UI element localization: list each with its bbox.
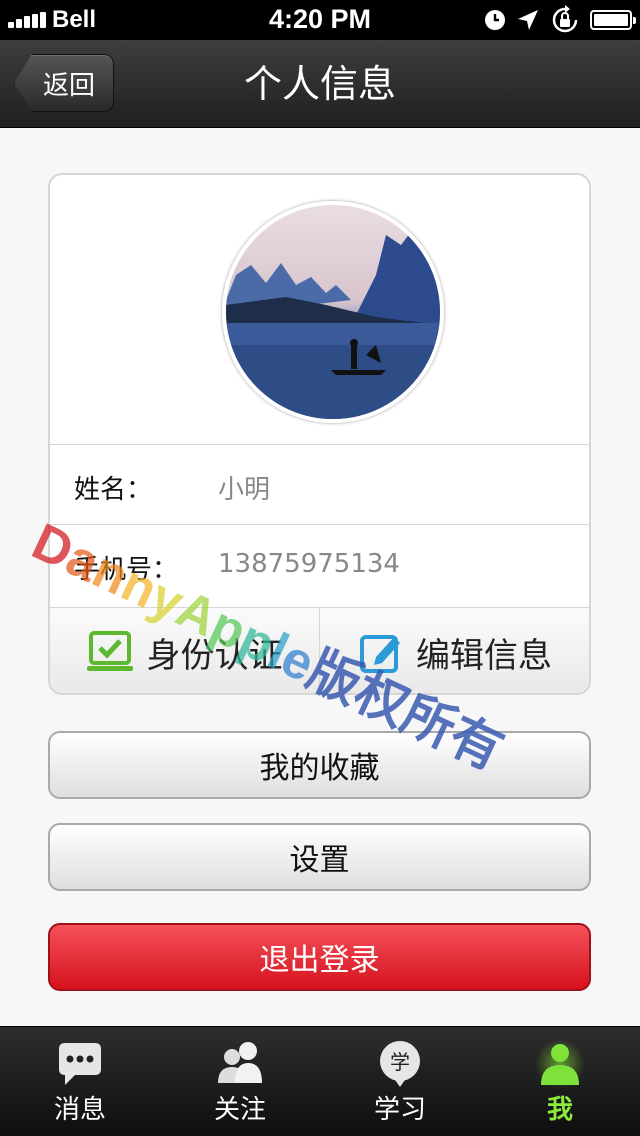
battery-icon — [590, 10, 636, 30]
phone-row: 手机号： 13875975134 — [50, 524, 589, 608]
tab-following[interactable]: 关注 — [160, 1027, 320, 1136]
tab-study[interactable]: 学 学习 — [320, 1027, 480, 1136]
identity-verification-button[interactable]: 身份认证 — [50, 608, 320, 693]
svg-text:学: 学 — [390, 1050, 410, 1074]
avatar-landscape-photo — [226, 205, 440, 419]
tab-label: 我 — [546, 1095, 573, 1125]
back-button[interactable]: 返回 — [14, 54, 114, 112]
tab-label: 关注 — [213, 1095, 266, 1125]
alarm-clock-icon — [485, 10, 505, 30]
name-value: 小明 — [218, 475, 271, 505]
status-icons — [484, 5, 636, 35]
chat-bubble-icon — [59, 1043, 101, 1085]
study-icon: 学 — [380, 1041, 420, 1087]
tab-label: 消息 — [53, 1095, 106, 1125]
rotation-lock-icon — [552, 5, 578, 33]
logout-button[interactable]: 退出登录 — [48, 923, 591, 991]
profile-card: 姓名： 小明 手机号： 13875975134 身份认证 编辑信息 — [48, 173, 591, 695]
tab-bar: 消息 关注 学 学习 我 — [0, 1026, 640, 1136]
action-row: 身份认证 编辑信息 — [50, 607, 589, 693]
phone-label: 手机号： — [74, 555, 179, 585]
identity-verification-label: 身份认证 — [146, 635, 283, 676]
name-label: 姓名： — [74, 475, 153, 505]
people-icon — [218, 1042, 262, 1083]
avatar-area — [50, 175, 589, 445]
tab-me[interactable]: 我 — [480, 1027, 640, 1136]
edit-pencil-icon — [360, 635, 400, 673]
location-arrow-icon — [518, 10, 538, 30]
person-icon — [535, 1039, 585, 1089]
avatar[interactable] — [222, 201, 444, 423]
name-row: 姓名： 小明 — [50, 444, 589, 524]
edit-info-button[interactable]: 编辑信息 — [321, 608, 589, 693]
settings-button[interactable]: 设置 — [48, 823, 591, 891]
navigation-bar: 个人信息 返回 — [0, 40, 640, 128]
tab-messages[interactable]: 消息 — [0, 1027, 160, 1136]
status-bar: Bell 4:20 PM — [0, 0, 640, 40]
verified-checkbox-icon — [86, 631, 133, 671]
tab-label: 学习 — [373, 1095, 426, 1125]
edit-info-label: 编辑信息 — [416, 635, 552, 676]
phone-value: 13875975134 — [218, 549, 400, 579]
my-favorites-button[interactable]: 我的收藏 — [48, 731, 591, 799]
